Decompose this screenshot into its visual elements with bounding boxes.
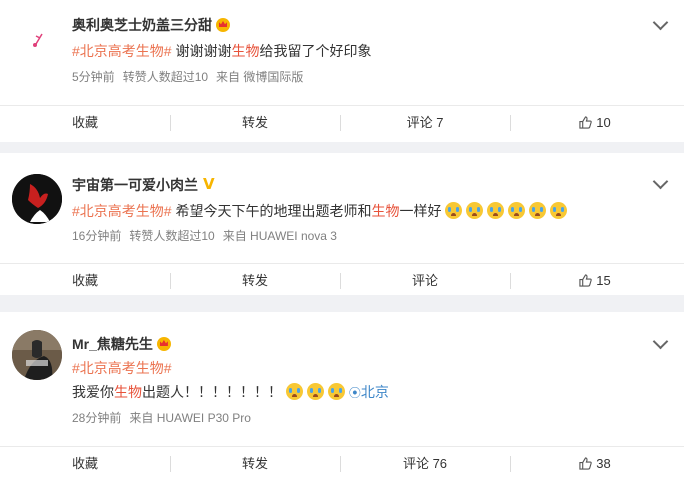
- crying-emoji-icon: [487, 202, 505, 219]
- avatar-image: [33, 33, 43, 47]
- favorite-button[interactable]: 收藏: [0, 264, 170, 298]
- timestamp[interactable]: 28分钟前: [72, 411, 121, 425]
- like-button[interactable]: 10: [510, 106, 680, 140]
- weibo-post: 奥利奥芝士奶盖三分甜 #北京高考生物# 谢谢谢谢生物给我留了个好印象 5分钟前转…: [0, 0, 684, 142]
- repost-like-note: 转赞人数超过10: [122, 70, 209, 84]
- crying-emoji-icon: [328, 383, 345, 400]
- crying-emoji-icon: [550, 202, 568, 219]
- avatar[interactable]: [12, 14, 62, 64]
- action-bar: 收藏 转发 评论 76 38: [0, 446, 684, 481]
- crying-emoji-icon: [466, 202, 484, 219]
- comment-button[interactable]: 评论 7: [340, 106, 510, 140]
- avatar[interactable]: [12, 174, 62, 224]
- action-bar: 收藏 转发 评论 15: [0, 263, 684, 298]
- topic-link[interactable]: #北京高考生物#: [72, 360, 172, 376]
- post-text: #北京高考生物# 谢谢谢谢生物给我留了个好印象: [72, 43, 372, 59]
- post-meta: 28分钟前 来自 HUAWEI P30 Pro: [72, 409, 251, 426]
- thumbs-up-icon: [579, 457, 593, 470]
- timestamp[interactable]: 5分钟前: [72, 70, 115, 84]
- chevron-down-icon[interactable]: [652, 173, 669, 190]
- crying-emoji-icon: [529, 202, 547, 219]
- weibo-post: Mr_焦糖先生 #北京高考生物# 我爱你生物出题人！！！！！！！ ⦿北京 28分…: [0, 312, 684, 487]
- topic-link[interactable]: #北京高考生物#: [72, 203, 172, 219]
- action-bar: 收藏 转发 评论 7 10: [0, 105, 684, 140]
- post-meta: 5分钟前 转赞人数超过10 来自 微博国际版: [72, 68, 303, 85]
- topic-link[interactable]: #北京高考生物#: [72, 43, 172, 59]
- crying-emoji-icon: [508, 202, 526, 219]
- avatar-image: [12, 330, 62, 380]
- like-button[interactable]: 15: [510, 264, 680, 298]
- chevron-down-icon[interactable]: [652, 333, 669, 350]
- crying-emoji-icon: [307, 383, 324, 400]
- location-link[interactable]: ⦿北京: [349, 384, 389, 400]
- member-crown-icon: [156, 337, 171, 351]
- favorite-button[interactable]: 收藏: [0, 106, 170, 140]
- member-crown-icon: [216, 18, 230, 32]
- repost-button[interactable]: 转发: [170, 264, 340, 298]
- post-text: 我爱你生物出题人！！！！！！！ ⦿北京: [72, 383, 389, 400]
- timestamp[interactable]: 16分钟前: [72, 229, 121, 243]
- repost-button[interactable]: 转发: [170, 447, 340, 481]
- crying-emoji-icon: [445, 202, 463, 219]
- repost-button[interactable]: 转发: [170, 106, 340, 140]
- weibo-post: 宇宙第一可爱小肉兰 #北京高考生物# 希望今天下午的地理出题老师和生物一样好 1…: [0, 153, 684, 295]
- avatar[interactable]: [12, 330, 62, 380]
- source: 来自 HUAWEI nova 3: [222, 229, 337, 243]
- post-meta: 16分钟前 转赞人数超过10 来自 HUAWEI nova 3: [72, 227, 337, 244]
- repost-like-note: 转赞人数超过10: [129, 229, 215, 243]
- verified-v-icon: [202, 175, 216, 193]
- crying-emoji-icon: [286, 383, 303, 400]
- post-text: #北京高考生物# 希望今天下午的地理出题老师和生物一样好: [72, 201, 568, 221]
- topic-line: #北京高考生物#: [72, 358, 172, 378]
- username[interactable]: 宇宙第一可爱小肉兰: [72, 175, 216, 195]
- like-button[interactable]: 38: [510, 447, 680, 481]
- favorite-button[interactable]: 收藏: [0, 447, 170, 481]
- location-pin-icon: ⦿: [348, 386, 361, 400]
- username[interactable]: Mr_焦糖先生: [72, 334, 171, 354]
- comment-button[interactable]: 评论 76: [340, 447, 510, 481]
- source: 来自 微博国际版: [216, 70, 304, 84]
- source: 来自 HUAWEI P30 Pro: [129, 411, 251, 425]
- thumbs-up-icon: [579, 274, 593, 287]
- username[interactable]: 奥利奥芝士奶盖三分甜: [72, 15, 230, 35]
- chevron-down-icon[interactable]: [652, 14, 669, 31]
- thumbs-up-icon: [579, 116, 593, 129]
- comment-button[interactable]: 评论: [340, 264, 510, 298]
- avatar-image: [12, 174, 62, 224]
